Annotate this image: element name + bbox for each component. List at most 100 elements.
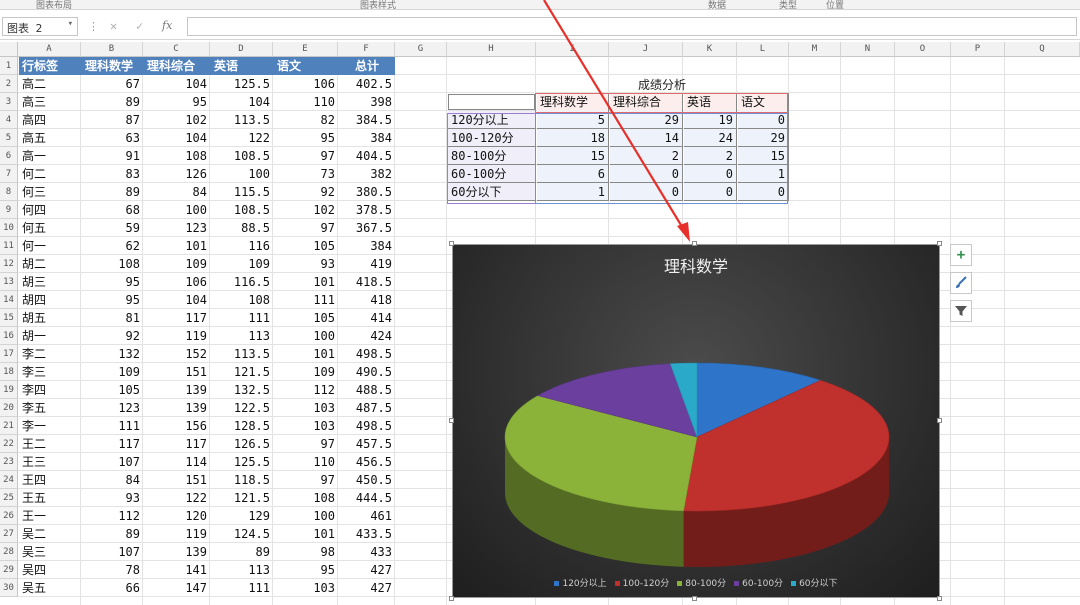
table-cell[interactable]: 109 — [144, 255, 210, 273]
row-label-cell[interactable]: 王一 — [19, 507, 81, 525]
table-cell[interactable]: 87 — [82, 111, 143, 129]
table-cell[interactable]: 104 — [211, 93, 273, 111]
table-cell[interactable]: 109 — [274, 363, 338, 381]
table-cell[interactable]: 68 — [82, 201, 143, 219]
table-cell[interactable]: 444.5 — [339, 489, 395, 507]
ribbon-group-chart-layout[interactable]: 图表布局 — [36, 0, 72, 9]
table-cell[interactable]: 95 — [82, 291, 143, 309]
row-header[interactable]: 2 — [0, 75, 18, 93]
table-cell[interactable]: 84 — [82, 471, 143, 489]
name-box[interactable]: 图表 2 ▾ — [2, 17, 78, 36]
table-header-cell[interactable]: 语文 — [274, 57, 338, 75]
table-cell[interactable]: 105 — [274, 309, 338, 327]
table-cell[interactable]: 112 — [274, 381, 338, 399]
table-cell[interactable]: 487.5 — [339, 399, 395, 417]
table-cell[interactable]: 103 — [274, 579, 338, 597]
row-header[interactable]: 4 — [0, 111, 18, 129]
table-cell[interactable]: 122.5 — [211, 399, 273, 417]
table-cell[interactable]: 104 — [144, 129, 210, 147]
row-header[interactable]: 13 — [0, 273, 18, 291]
table-cell[interactable]: 129 — [211, 507, 273, 525]
row-label-cell[interactable]: 吴二 — [19, 525, 81, 543]
table-cell[interactable]: 122 — [144, 489, 210, 507]
table-header-cell[interactable]: 总计 — [339, 57, 395, 75]
table-cell[interactable]: 126 — [144, 165, 210, 183]
table-cell[interactable]: 118.5 — [211, 471, 273, 489]
table-cell[interactable]: 98 — [274, 543, 338, 561]
row-label-cell[interactable]: 胡四 — [19, 291, 81, 309]
table-cell[interactable]: 107 — [82, 453, 143, 471]
table-cell[interactable]: 93 — [82, 489, 143, 507]
resize-handle[interactable] — [692, 596, 697, 601]
fx-icon[interactable]: fx — [162, 19, 172, 32]
row-header[interactable]: 15 — [0, 309, 18, 327]
table-cell[interactable]: 418.5 — [339, 273, 395, 291]
table-cell[interactable]: 424 — [339, 327, 395, 345]
plus-icon[interactable]: + — [950, 244, 972, 266]
column-header[interactable]: E — [273, 42, 338, 57]
table-cell[interactable]: 88.5 — [211, 219, 273, 237]
column-header[interactable]: M — [789, 42, 841, 57]
row-header[interactable]: 27 — [0, 525, 18, 543]
table-cell[interactable]: 498.5 — [339, 417, 395, 435]
resize-handle[interactable] — [937, 596, 942, 601]
resize-handle[interactable] — [692, 241, 697, 246]
row-label-cell[interactable]: 何四 — [19, 201, 81, 219]
table-cell[interactable]: 139 — [144, 381, 210, 399]
column-header[interactable]: B — [81, 42, 143, 57]
row-label-cell[interactable]: 吴三 — [19, 543, 81, 561]
table-cell[interactable]: 367.5 — [339, 219, 395, 237]
row-header[interactable]: 19 — [0, 381, 18, 399]
table-cell[interactable]: 97 — [274, 471, 338, 489]
table-cell[interactable]: 100 — [274, 327, 338, 345]
table-cell[interactable]: 117 — [144, 435, 210, 453]
resize-handle[interactable] — [937, 418, 942, 423]
table-cell[interactable]: 89 — [82, 93, 143, 111]
table-cell[interactable]: 141 — [144, 561, 210, 579]
row-header[interactable]: 14 — [0, 291, 18, 309]
resize-handle[interactable] — [449, 596, 454, 601]
row-header[interactable]: 12 — [0, 255, 18, 273]
table-cell[interactable]: 128.5 — [211, 417, 273, 435]
table-cell[interactable]: 105 — [82, 381, 143, 399]
table-cell[interactable]: 418 — [339, 291, 395, 309]
table-cell[interactable]: 91 — [82, 147, 143, 165]
table-cell[interactable]: 95 — [274, 129, 338, 147]
legend-item[interactable]: 120分以上 — [554, 576, 607, 589]
check-icon[interactable]: ✓ — [136, 19, 143, 33]
column-header[interactable]: C — [143, 42, 210, 57]
row-label-cell[interactable]: 王五 — [19, 489, 81, 507]
table-cell[interactable]: 402.5 — [339, 75, 395, 93]
table-cell[interactable]: 89 — [211, 543, 273, 561]
table-cell[interactable]: 62 — [82, 237, 143, 255]
table-cell[interactable]: 398 — [339, 93, 395, 111]
table-cell[interactable]: 73 — [274, 165, 338, 183]
row-header[interactable]: 6 — [0, 147, 18, 165]
table-cell[interactable]: 102 — [144, 111, 210, 129]
column-header[interactable]: L — [737, 42, 789, 57]
brush-icon[interactable] — [950, 272, 972, 294]
column-header[interactable]: H — [447, 42, 536, 57]
row-header[interactable]: 17 — [0, 345, 18, 363]
table-cell[interactable]: 93 — [274, 255, 338, 273]
row-header[interactable]: 20 — [0, 399, 18, 417]
table-cell[interactable]: 117 — [82, 435, 143, 453]
pie-plot-area[interactable] — [453, 245, 941, 599]
column-header[interactable]: F — [338, 42, 395, 57]
table-cell[interactable]: 95 — [274, 561, 338, 579]
table-cell[interactable]: 498.5 — [339, 345, 395, 363]
row-header[interactable]: 9 — [0, 201, 18, 219]
table-cell[interactable]: 450.5 — [339, 471, 395, 489]
table-cell[interactable]: 433 — [339, 543, 395, 561]
table-cell[interactable]: 102 — [274, 201, 338, 219]
table-cell[interactable]: 106 — [144, 273, 210, 291]
column-header[interactable]: G — [395, 42, 447, 57]
legend-item[interactable]: 60分以下 — [791, 576, 838, 589]
row-label-cell[interactable]: 李二 — [19, 345, 81, 363]
table-cell[interactable]: 59 — [82, 219, 143, 237]
table-cell[interactable]: 147 — [144, 579, 210, 597]
table-cell[interactable]: 456.5 — [339, 453, 395, 471]
resize-handle[interactable] — [449, 418, 454, 423]
table-header-cell[interactable]: 行标签 — [19, 57, 81, 75]
table-cell[interactable]: 113.5 — [211, 111, 273, 129]
